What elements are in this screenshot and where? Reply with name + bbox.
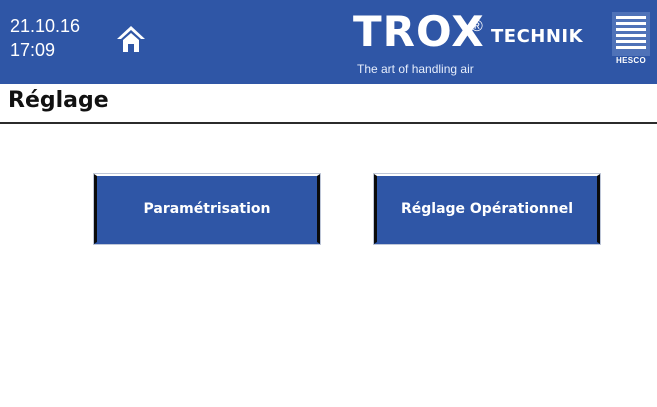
page-title-bar: Réglage	[0, 84, 657, 124]
page-title: Réglage	[8, 88, 109, 113]
operational-setting-button[interactable]: Réglage Opérationnel	[374, 174, 600, 244]
brand-suffix: TECHNIK	[491, 26, 584, 47]
brand-logo: TROX ® TECHNIK The art of handling air	[353, 7, 603, 82]
parametrisation-button[interactable]: Paramétrisation	[94, 174, 320, 244]
date-text: 21.10.16	[10, 16, 81, 36]
brand-name: TROX	[353, 7, 485, 56]
datetime-display: 21.10.16 17:09	[10, 14, 80, 62]
header-bar: 21.10.16 17:09 TROX ® TECHNIK The art of…	[0, 0, 657, 84]
registered-mark: ®	[471, 18, 483, 35]
brand-slogan: The art of handling air	[357, 62, 474, 76]
parametrisation-button-label: Paramétrisation	[143, 201, 271, 217]
time-text: 17:09	[10, 40, 56, 60]
operational-setting-button-label: Réglage Opérationnel	[400, 201, 574, 217]
content-area	[0, 124, 657, 407]
hesco-label: HESCO	[616, 56, 646, 65]
home-icon[interactable]	[114, 22, 148, 56]
hesco-logo: HESCO	[612, 12, 650, 70]
